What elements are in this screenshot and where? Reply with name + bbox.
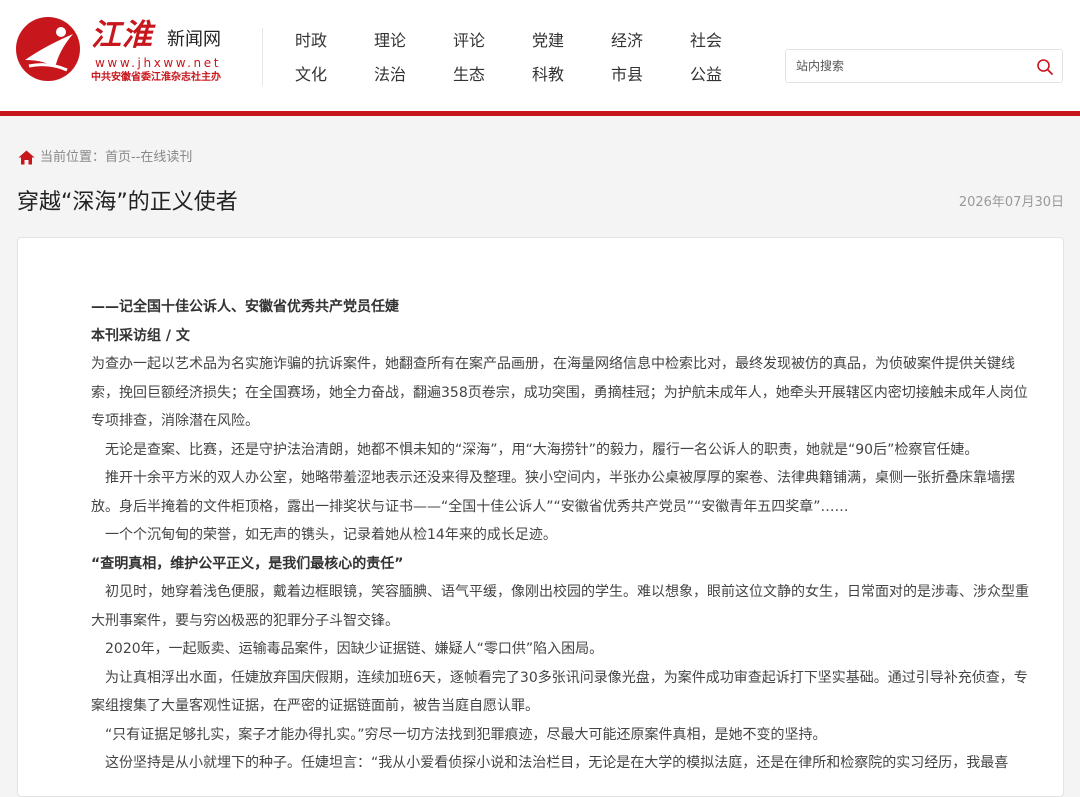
article-paragraph: “只有证据足够扎实，案子才能办得扎实。”穷尽一切方法找到犯罪痕迹，尽最大可能还原… xyxy=(105,726,827,743)
main-nav: 时政 理论 评论 党建 经济 社会 文化 法治 生态 科教 市县 公益 xyxy=(272,27,732,97)
header-accent-bar xyxy=(0,111,1080,116)
article-body: ——记全国十佳公诉人、安徽省优秀共产党员任婕 本刊采访组 / 文 为查办一起以艺… xyxy=(91,293,1031,778)
nav-item-lilun[interactable]: 理论 xyxy=(350,30,430,52)
article-paragraph: 一个个沉甸甸的荣誉，如无声的镌头，记录着她从检14年来的成长足迹。 xyxy=(105,527,557,543)
nav-item-shengtai[interactable]: 生态 xyxy=(429,64,509,86)
breadcrumb-label[interactable]: 当前位置：首页--在线读刊 xyxy=(40,148,192,168)
nav-item-kejiao[interactable]: 科教 xyxy=(508,64,588,86)
site-header: 江淮 新闻网 www.jhxww.net 中共安徽省委江淮杂志社主办 时政 理论… xyxy=(0,0,1080,111)
site-search xyxy=(785,49,1063,83)
logo-url: www.jhxww.net xyxy=(95,56,222,70)
article-byline: 本刊采访组 / 文 xyxy=(91,327,190,344)
home-icon xyxy=(18,150,35,165)
article-paragraph: 推开十余平方米的双人办公室，她略带羞涩地表示还没来得及整理。狭小空间内，半张办公… xyxy=(91,470,1015,515)
site-logo[interactable]: 江淮 新闻网 www.jhxww.net 中共安徽省委江淮杂志社主办 xyxy=(15,16,245,90)
nav-item-shizheng[interactable]: 时政 xyxy=(271,30,351,52)
article-paragraph: 无论是查案、比赛，还是守护法治清朗，她都不惧未知的“深海”，用“大海捞针”的毅力… xyxy=(105,441,979,458)
nav-item-dangjian[interactable]: 党建 xyxy=(508,30,588,52)
article-subtitle: ——记全国十佳公诉人、安徽省优秀共产党员任婕 xyxy=(91,299,399,315)
nav-divider xyxy=(262,28,263,86)
logo-emblem-icon xyxy=(16,17,80,81)
nav-item-gongyi[interactable]: 公益 xyxy=(666,64,746,86)
article-paragraph: 这份坚持是从小就埋下的种子。任婕坦言：“我从小爱看侦探小说和法治栏目，无论是在大… xyxy=(105,755,1009,771)
article-panel: ——记全国十佳公诉人、安徽省优秀共产党员任婕 本刊采访组 / 文 为查办一起以艺… xyxy=(17,237,1064,797)
nav-item-shehui[interactable]: 社会 xyxy=(666,30,746,52)
article-paragraph: 为查办一起以艺术品为名实施诈骗的抗诉案件，她翻查所有在案产品画册，在海量网络信息… xyxy=(91,356,1028,429)
section-heading: “查明真相，维护公平正义，是我们最核心的责任” xyxy=(91,555,404,572)
article-paragraph: 为让真相浮出水面，任婕放弃国庆假期，连续加班6天，逐帧看完了30多张讯问录像光盘… xyxy=(91,669,1028,715)
logo-subtitle: 新闻网 xyxy=(167,29,221,50)
search-icon[interactable] xyxy=(1036,58,1054,76)
search-input[interactable] xyxy=(796,57,1016,75)
nav-item-pinglun[interactable]: 评论 xyxy=(429,30,509,52)
nav-item-wenhua[interactable]: 文化 xyxy=(271,64,351,86)
article-paragraph: 初见时，她穿着浅色便服，戴着边框眼镜，笑容腼腆、语气平缓，像刚出校园的学生。难以… xyxy=(91,584,1029,629)
article-paragraph: 2020年，一起贩卖、运输毒品案件，因缺少证据链、嫌疑人“零口供”陷入困局。 xyxy=(105,641,604,657)
article-title: 穿越“深海”的正义使者 xyxy=(17,190,238,215)
logo-name: 江淮 xyxy=(91,18,153,53)
logo-organization: 中共安徽省委江淮杂志社主办 xyxy=(91,72,221,83)
article-date: 2026年07月30日 xyxy=(958,195,1064,210)
nav-item-shixian[interactable]: 市县 xyxy=(587,64,667,86)
nav-item-fazhi[interactable]: 法治 xyxy=(350,64,430,86)
nav-item-jingji[interactable]: 经济 xyxy=(587,30,667,52)
